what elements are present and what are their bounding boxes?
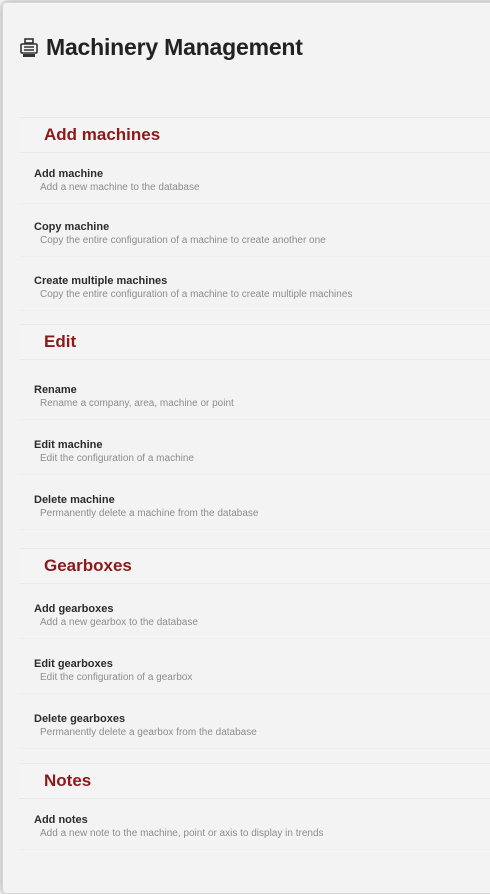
section-header-notes: Notes xyxy=(19,763,490,799)
main-window: Machinery Management Add machines Add ma… xyxy=(2,2,490,894)
menu-item-add-gearboxes[interactable]: Add gearboxes Add a new gearbox to the d… xyxy=(19,598,490,639)
menu-item-description: Permanently delete a gearbox from the da… xyxy=(40,727,257,738)
menu-item-title: Create multiple machines xyxy=(34,275,168,287)
menu-item-title: Edit gearboxes xyxy=(34,658,113,670)
title-bar: Machinery Management xyxy=(3,3,490,91)
menu-item-title: Edit machine xyxy=(34,439,103,451)
menu-item-description: Edit the configuration of a machine xyxy=(40,453,194,464)
menu-item-rename[interactable]: Rename Rename a company, area, machine o… xyxy=(19,379,490,420)
menu-item-title: Copy machine xyxy=(34,221,110,233)
page-title: Machinery Management xyxy=(46,33,303,60)
menu-item-description: Add a new machine to the database xyxy=(40,182,200,193)
section-title: Notes xyxy=(44,771,92,790)
menu-item-title: Add machine xyxy=(34,168,104,180)
menu-item-create-multiple-machines[interactable]: Create multiple machines Copy the entire… xyxy=(19,270,490,311)
menu-item-title: Add gearboxes xyxy=(34,603,114,615)
menu-item-title: Delete machine xyxy=(34,494,115,506)
menu-item-edit-gearboxes[interactable]: Edit gearboxes Edit the configuration of… xyxy=(19,653,490,694)
menu-item-description: Copy the entire configuration of a machi… xyxy=(40,235,326,246)
section-header-edit: Edit xyxy=(19,324,490,360)
menu-item-description: Rename a company, area, machine or point xyxy=(40,398,234,409)
section-header-gearboxes: Gearboxes xyxy=(19,548,490,584)
menu-item-add-notes[interactable]: Add notes Add a new note to the machine,… xyxy=(19,809,490,850)
machine-icon xyxy=(18,37,40,59)
section-title: Gearboxes xyxy=(44,556,132,575)
menu-item-add-machine[interactable]: Add machine Add a new machine to the dat… xyxy=(19,163,490,204)
menu-item-title: Rename xyxy=(34,384,77,396)
menu-item-description: Permanently delete a machine from the da… xyxy=(40,508,259,519)
section-title: Edit xyxy=(44,332,77,351)
menu-item-title: Add notes xyxy=(34,814,88,826)
menu-item-description: Edit the configuration of a gearbox xyxy=(40,672,193,683)
menu-item-delete-gearboxes[interactable]: Delete gearboxes Permanently delete a ge… xyxy=(19,708,490,749)
menu-item-description: Add a new note to the machine, point or … xyxy=(40,828,324,839)
menu-item-description: Add a new gearbox to the database xyxy=(40,617,198,628)
menu-item-title: Delete gearboxes xyxy=(34,713,126,725)
menu-item-delete-machine[interactable]: Delete machine Permanently delete a mach… xyxy=(19,489,490,530)
menu-item-copy-machine[interactable]: Copy machine Copy the entire configurati… xyxy=(19,216,490,257)
section-header-add-machines: Add machines xyxy=(19,117,490,153)
menu-item-edit-machine[interactable]: Edit machine Edit the configuration of a… xyxy=(19,434,490,475)
section-title: Add machines xyxy=(44,125,161,144)
menu-item-description: Copy the entire configuration of a machi… xyxy=(40,289,353,300)
